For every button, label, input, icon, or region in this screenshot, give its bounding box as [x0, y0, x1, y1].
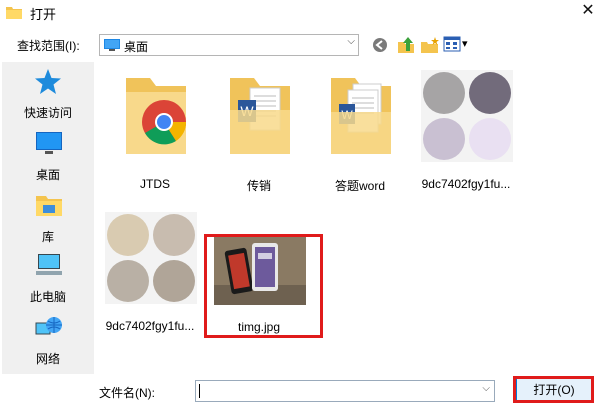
file-item-chuanxiao[interactable]: W 传销	[209, 70, 309, 195]
place-network[interactable]: 网络	[2, 314, 94, 372]
place-library[interactable]: 库	[2, 192, 94, 250]
star-icon	[35, 69, 61, 94]
network-icon	[35, 317, 62, 335]
highlight-box	[204, 234, 323, 338]
place-label: 此电脑	[29, 290, 66, 304]
highlight-box	[513, 376, 594, 403]
close-button[interactable]: ✕	[576, 0, 600, 24]
file-list: JTDS W 传销 W 答题word	[98, 62, 600, 374]
view-grid-icon	[443, 36, 461, 52]
lookin-value: 桌面	[124, 40, 149, 54]
file-label: 9dc7402fgy1fu...	[105, 319, 195, 333]
folder-icon	[126, 78, 187, 154]
library-icon	[36, 196, 62, 216]
places-bar: 快速访问 桌面 库 此电脑 网络	[2, 62, 94, 374]
lookin-label: 查找范围(I):	[17, 39, 80, 53]
up-folder-icon[interactable]	[396, 36, 416, 54]
desktop-icon	[36, 132, 62, 154]
filename-label: 文件名(N):	[99, 386, 155, 400]
image-thumbnail	[105, 212, 197, 304]
folder-word-icon: W	[230, 78, 290, 154]
new-folder-icon[interactable]	[420, 36, 440, 54]
text-caret	[199, 384, 200, 398]
window-title: 打开	[30, 7, 57, 22]
place-label: 网络	[35, 352, 60, 366]
chevron-down-icon[interactable]: ⌵	[347, 36, 355, 47]
file-item-image-purple[interactable]: 9dc7402fgy1fu...	[416, 70, 516, 195]
lookin-dropdown[interactable]: 桌面 ⌵	[99, 34, 359, 56]
chevron-down-icon: ▾	[462, 38, 468, 50]
lookin-row: 查找范围(I): 桌面 ⌵	[0, 32, 600, 58]
place-quick-access[interactable]: 快速访问	[2, 68, 94, 126]
place-this-pc[interactable]: 此电脑	[2, 252, 94, 310]
file-label: 9dc7402fgy1fu...	[421, 177, 511, 191]
chevron-down-icon[interactable]: ⌵	[482, 383, 490, 394]
place-desktop[interactable]: 桌面	[2, 130, 94, 188]
filename-input[interactable]: ⌵	[195, 380, 495, 402]
place-label: 库	[41, 230, 54, 244]
title-bar: 打开 ✕	[0, 0, 600, 27]
filename-row: 文件名(N): ⌵ 打开(O)	[0, 376, 600, 403]
file-label: 传销	[246, 179, 271, 193]
file-item-jtds[interactable]: JTDS	[105, 70, 205, 195]
desktop-icon	[104, 39, 120, 51]
folder-icon	[6, 7, 22, 19]
place-label: 快速访问	[23, 106, 72, 120]
file-label: 答题word	[334, 179, 385, 193]
folder-word-icon: W	[331, 78, 391, 154]
file-item-image-beige[interactable]: 9dc7402fgy1fu...	[100, 212, 200, 337]
computer-icon	[36, 254, 62, 275]
back-icon[interactable]	[370, 36, 390, 54]
file-label: JTDS	[140, 177, 170, 191]
image-thumbnail	[421, 70, 513, 162]
view-menu-button[interactable]: ▾	[443, 36, 471, 54]
file-item-datiword[interactable]: W 答题word	[310, 70, 410, 195]
place-label: 桌面	[35, 168, 60, 182]
